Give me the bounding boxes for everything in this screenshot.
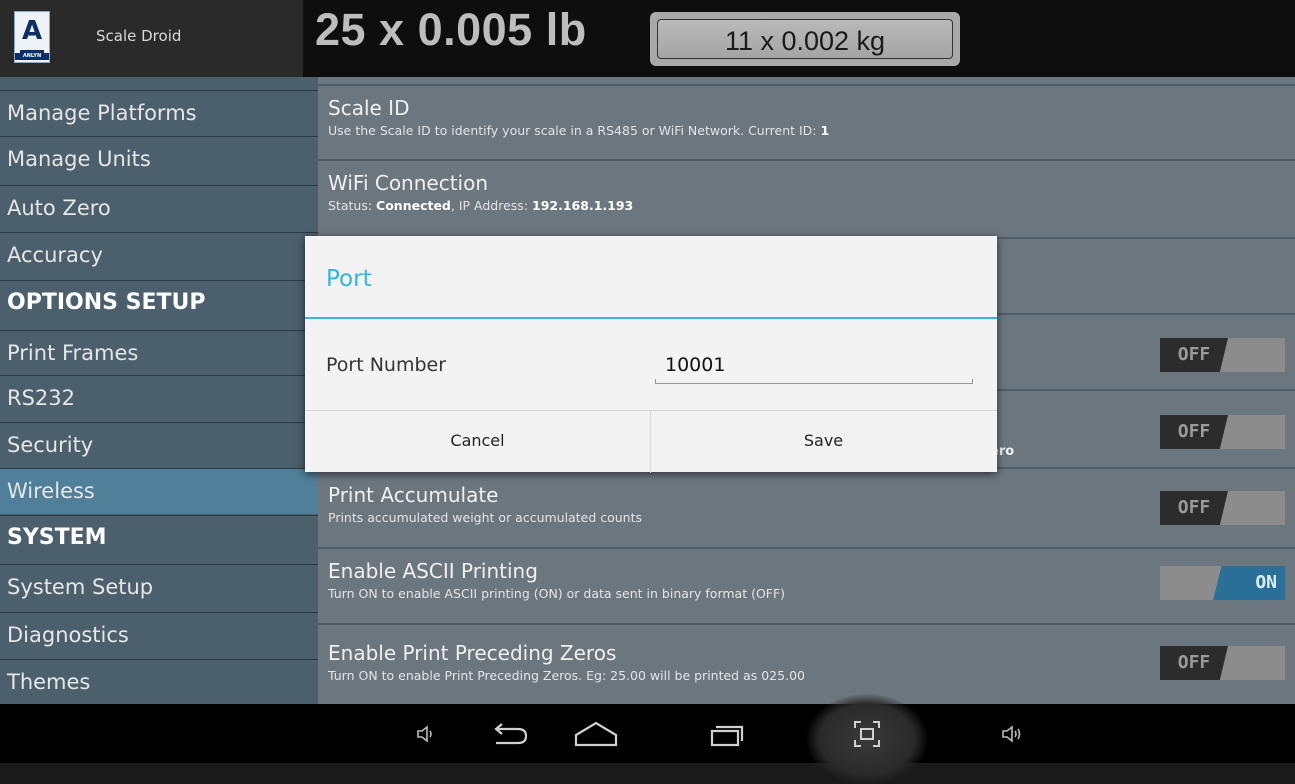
setting-enable-ascii-printing[interactable]: Enable ASCII Printing Turn ON to enable … xyxy=(318,547,1295,625)
volume-down-icon[interactable] xyxy=(396,704,456,763)
volume-up-icon[interactable] xyxy=(983,704,1043,763)
sidebar-item-diagnostics[interactable]: Diagnostics xyxy=(0,612,318,658)
setting-wifi-connection[interactable]: WiFi Connection Status: Connected, IP Ad… xyxy=(318,159,1295,237)
sidebar-item-themes[interactable]: Themes xyxy=(0,659,318,704)
primary-weight-display: 25 x 0.005 lb xyxy=(315,4,587,55)
scale-id-value: 1 xyxy=(820,123,830,138)
setting-print-accumulate[interactable]: Print Accumulate Prints accumulated weig… xyxy=(318,467,1295,547)
dialog-button-row: Cancel Save xyxy=(305,410,997,473)
ascii-printing-toggle[interactable]: ON xyxy=(1160,566,1285,600)
sidebar-section-options-setup: OPTIONS SETUP xyxy=(0,280,318,326)
settings-sidebar: PLATFORM SETUP Manage Platforms Manage U… xyxy=(0,77,318,704)
preceding-zeros-toggle[interactable]: OFF xyxy=(1160,646,1285,680)
wifi-status-value: Connected xyxy=(376,198,451,213)
sidebar-item-rs232[interactable]: RS232 xyxy=(0,375,318,421)
ip-address-value: 192.168.1.193 xyxy=(532,198,634,213)
setting-title: Enable ASCII Printing xyxy=(328,559,538,583)
toggle-on-label: ON xyxy=(1213,566,1285,600)
dialog-title-divider xyxy=(305,317,997,319)
setting-description: Use the Scale ID to identify your scale … xyxy=(328,123,821,138)
sidebar-item-auto-zero[interactable]: Auto Zero xyxy=(0,185,318,231)
setting-enable-print-preceding-zeros[interactable]: Enable Print Preceding Zeros Turn ON to … xyxy=(318,623,1295,704)
toggle-off-label: OFF xyxy=(1160,491,1228,525)
port-number-label: Port Number xyxy=(326,354,447,376)
toggle-switch[interactable]: OFF xyxy=(1160,415,1285,449)
toggle-off-label: OFF xyxy=(1160,338,1228,372)
sidebar-item-wireless[interactable]: Wireless xyxy=(0,468,318,514)
dialog-title: Port xyxy=(326,266,372,292)
setting-title: Scale ID xyxy=(328,96,410,120)
sidebar-item-system-setup[interactable]: System Setup xyxy=(0,564,318,610)
setting-scale-id[interactable]: Scale ID Use the Scale ID to identify yo… xyxy=(318,84,1295,159)
screenshot-icon[interactable] xyxy=(837,704,897,763)
sidebar-item-security[interactable]: Security xyxy=(0,422,318,468)
setting-title: Enable Print Preceding Zeros xyxy=(328,641,617,665)
sidebar-section-system: SYSTEM xyxy=(0,515,318,561)
sidebar-item-print-frames[interactable]: Print Frames xyxy=(0,330,318,376)
save-button[interactable]: Save xyxy=(651,411,996,473)
setting-description: Turn ON to enable Print Preceding Zeros.… xyxy=(328,668,805,683)
brand-area: A ANLYN Scale Droid xyxy=(0,0,303,77)
logo-text: ANLYN xyxy=(15,53,49,60)
top-bar: A ANLYN Scale Droid 25 x 0.005 lb 11 x 0… xyxy=(0,0,1295,77)
cancel-button[interactable]: Cancel xyxy=(305,411,650,473)
secondary-weight-label: 11 x 0.002 kg xyxy=(724,26,886,56)
app-title: Scale Droid xyxy=(96,27,182,45)
port-number-input[interactable] xyxy=(655,348,973,382)
input-underline xyxy=(655,379,973,384)
sidebar-item-accuracy[interactable]: Accuracy xyxy=(0,232,318,278)
setting-description: Turn ON to enable ASCII printing (ON) or… xyxy=(328,586,786,601)
toggle-switch[interactable]: OFF xyxy=(1160,338,1285,372)
port-dialog: Port Port Number Cancel Save xyxy=(305,236,997,473)
home-icon[interactable] xyxy=(566,704,626,763)
setting-title: Print Accumulate xyxy=(328,483,499,507)
secondary-weight-button[interactable]: 11 x 0.002 kg xyxy=(650,12,960,66)
toggle-off-label: OFF xyxy=(1160,646,1228,680)
print-accumulate-toggle[interactable]: OFF xyxy=(1160,491,1285,525)
system-navigation-bar xyxy=(0,694,1295,784)
sidebar-section-platform-setup: PLATFORM SETUP xyxy=(0,77,318,90)
setting-description: Prints accumulated weight or accumulated… xyxy=(328,510,643,525)
sidebar-item-manage-platforms[interactable]: Manage Platforms xyxy=(0,90,318,136)
back-icon[interactable] xyxy=(480,704,540,763)
recent-apps-icon[interactable] xyxy=(696,704,756,763)
setting-title: WiFi Connection xyxy=(328,171,489,195)
app-logo: A ANLYN xyxy=(14,11,50,63)
sidebar-item-manage-units[interactable]: Manage Units xyxy=(0,136,318,182)
toggle-off-label: OFF xyxy=(1160,415,1228,449)
